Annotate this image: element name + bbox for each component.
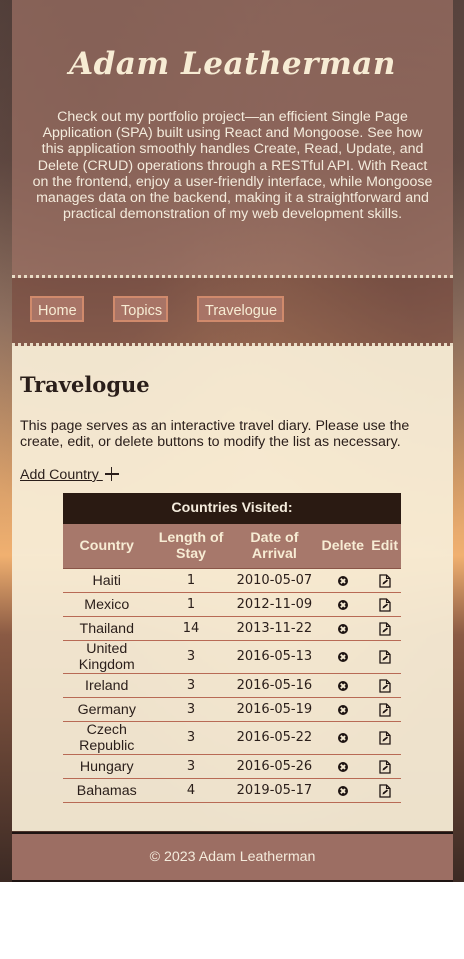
delete-button-icon[interactable] (337, 785, 348, 796)
length-cell: 3 (150, 754, 232, 779)
delete-button-icon[interactable] (337, 733, 348, 744)
nav-topics-link[interactable]: Topics (113, 296, 168, 322)
delete-cell (317, 592, 369, 617)
table-row: Haiti 1 2010-05-07 (63, 568, 401, 593)
site-footer: © 2023 Adam Leatherman (12, 832, 453, 882)
edit-cell (368, 640, 401, 674)
nav-home-link[interactable]: Home (30, 296, 84, 322)
table-row: Thailand 14 2013-11-22 (63, 616, 401, 641)
site-title: Adam Leatherman (69, 46, 396, 82)
edit-cell (368, 568, 401, 593)
edit-button-icon[interactable] (379, 650, 391, 664)
plus-icon (104, 467, 119, 481)
edit-cell (368, 616, 401, 641)
add-country-link[interactable]: Add Country (20, 465, 119, 483)
country-cell: United Kingdom (63, 640, 151, 674)
country-cell: Germany (63, 697, 151, 722)
table-row: Germany 3 2016-05-19 (63, 697, 401, 722)
length-cell: 3 (150, 697, 232, 722)
header-date: Date of Arrival (231, 524, 318, 569)
table-row: Bahamas 4 2019-05-17 (63, 778, 401, 803)
edit-button-icon[interactable] (379, 784, 391, 798)
header-length: Length of Stay (150, 524, 232, 569)
site-header: Adam Leatherman Check out my portfolio p… (12, 0, 453, 278)
delete-button-icon[interactable] (337, 623, 348, 634)
page-title: Travelogue (20, 372, 150, 397)
table-row: Ireland 3 2016-05-16 (63, 673, 401, 698)
table-row: United Kingdom 3 2016-05-13 (63, 640, 401, 674)
page-description: This page serves as an interactive trave… (20, 418, 410, 450)
date-cell: 2016-05-22 (231, 721, 318, 755)
nav-travelogue-link[interactable]: Travelogue (197, 296, 284, 322)
add-country-label: Add Country (20, 467, 103, 483)
travelogue-section: Travelogue This page serves as an intera… (12, 346, 453, 831)
edit-button-icon[interactable] (379, 598, 391, 612)
main-nav: Home Topics Travelogue (12, 278, 453, 346)
edit-button-icon[interactable] (379, 731, 391, 745)
edit-button-icon[interactable] (379, 679, 391, 693)
edit-cell (368, 592, 401, 617)
delete-button-icon[interactable] (337, 761, 348, 772)
header-edit: Edit (368, 524, 401, 569)
length-cell: 14 (150, 616, 232, 641)
country-cell: Czech Republic (63, 721, 151, 755)
delete-cell (317, 721, 369, 755)
length-cell: 3 (150, 721, 232, 755)
delete-cell (317, 697, 369, 722)
length-cell: 3 (150, 673, 232, 698)
edit-button-icon[interactable] (379, 622, 391, 636)
edit-cell (368, 778, 401, 803)
country-cell: Ireland (63, 673, 151, 698)
table-caption: Countries Visited: (63, 493, 401, 524)
delete-button-icon[interactable] (337, 652, 348, 663)
intro-text: Check out my portfolio project—an effici… (32, 109, 433, 223)
date-cell: 2010-05-07 (231, 568, 318, 593)
country-cell: Bahamas (63, 778, 151, 803)
delete-button-icon[interactable] (337, 680, 348, 691)
edit-button-icon[interactable] (379, 703, 391, 717)
date-cell: 2013-11-22 (231, 616, 318, 641)
delete-cell (317, 778, 369, 803)
length-cell: 4 (150, 778, 232, 803)
countries-table: Countries Visited: Country Length of Sta… (63, 493, 401, 803)
length-cell: 3 (150, 640, 232, 674)
country-cell: Hungary (63, 754, 151, 779)
footer-copyright: © 2023 Adam Leatherman (149, 849, 316, 865)
date-cell: 2016-05-26 (231, 754, 318, 779)
header-country: Country (63, 524, 151, 569)
delete-cell (317, 568, 369, 593)
delete-cell (317, 640, 369, 674)
delete-cell (317, 616, 369, 641)
date-cell: 2016-05-13 (231, 640, 318, 674)
date-cell: 2016-05-16 (231, 673, 318, 698)
date-cell: 2012-11-09 (231, 592, 318, 617)
delete-button-icon[interactable] (337, 575, 348, 586)
edit-button-icon[interactable] (379, 760, 391, 774)
delete-button-icon[interactable] (337, 704, 348, 715)
date-cell: 2016-05-19 (231, 697, 318, 722)
country-cell: Mexico (63, 592, 151, 617)
delete-cell (317, 754, 369, 779)
edit-cell (368, 673, 401, 698)
edit-cell (368, 697, 401, 722)
length-cell: 1 (150, 568, 232, 593)
country-cell: Haiti (63, 568, 151, 593)
table-row: Hungary 3 2016-05-26 (63, 754, 401, 779)
edit-button-icon[interactable] (379, 574, 391, 588)
edit-cell (368, 754, 401, 779)
table-row: Mexico 1 2012-11-09 (63, 592, 401, 617)
edit-cell (368, 721, 401, 755)
date-cell: 2019-05-17 (231, 778, 318, 803)
country-cell: Thailand (63, 616, 151, 641)
length-cell: 1 (150, 592, 232, 617)
header-delete: Delete (317, 524, 369, 569)
table-header-row: Country Length of Stay Date of Arrival D… (63, 524, 401, 569)
table-row: Czech Republic 3 2016-05-22 (63, 721, 401, 755)
delete-button-icon[interactable] (337, 599, 348, 610)
delete-cell (317, 673, 369, 698)
